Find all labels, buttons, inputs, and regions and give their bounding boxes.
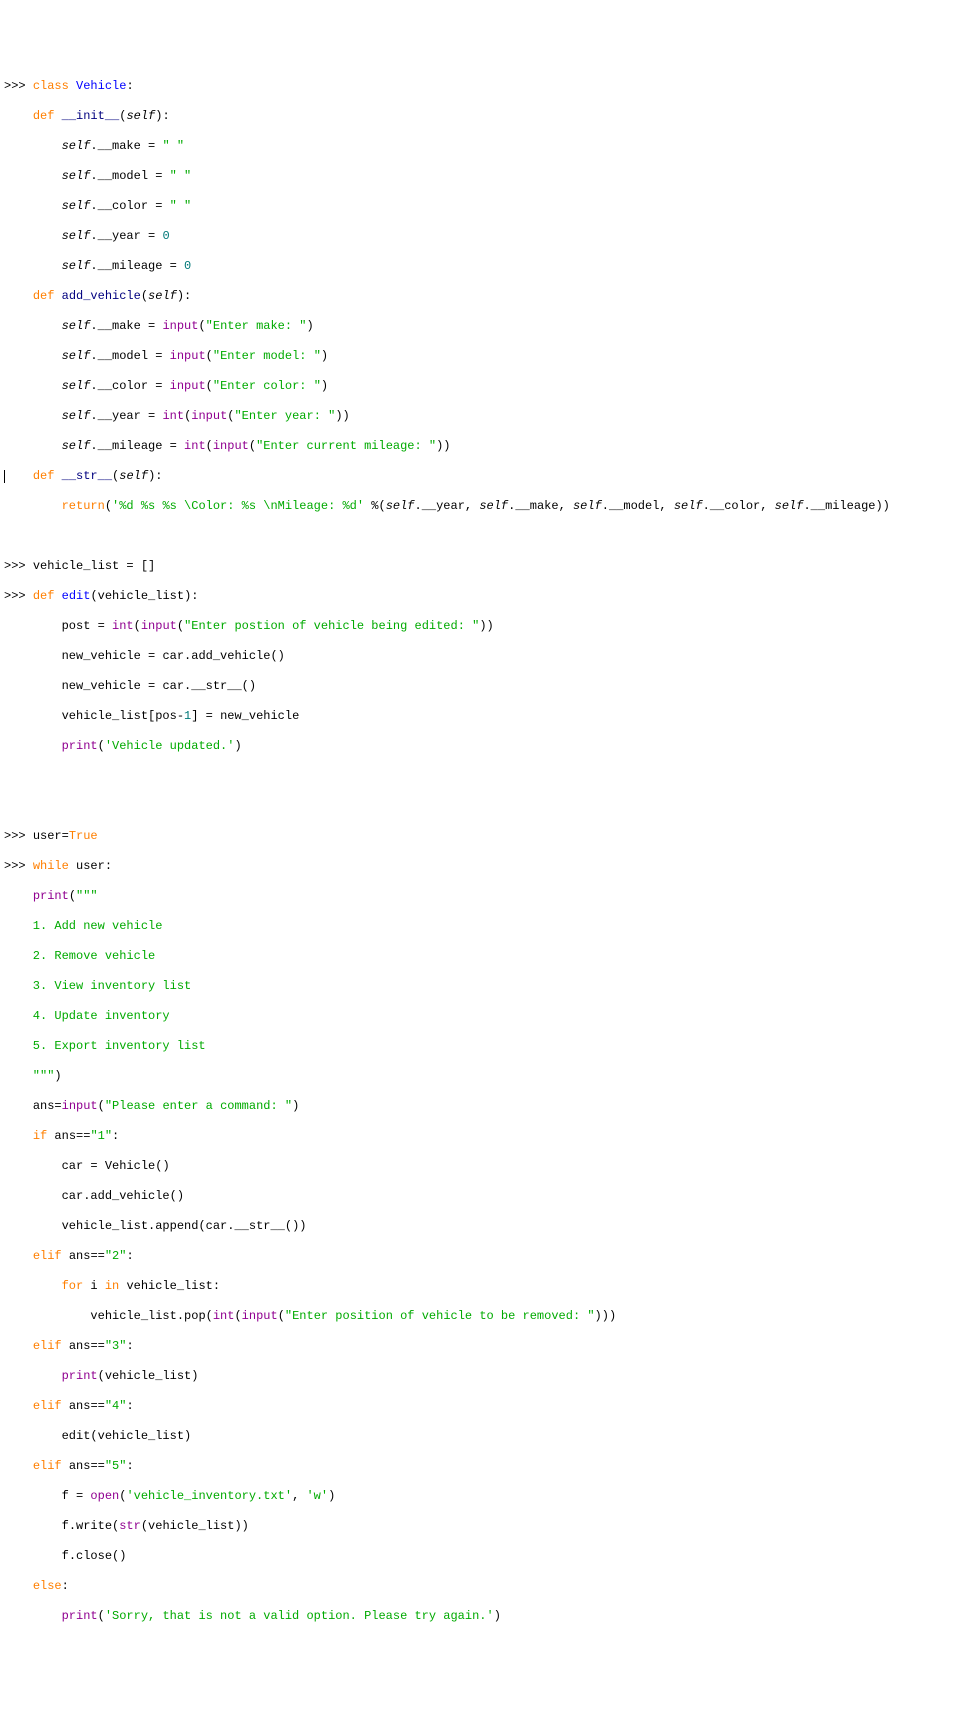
- code-line: print('Sorry, that is not a valid option…: [4, 1609, 976, 1624]
- blank-line: [4, 769, 976, 784]
- code-line: >>> vehicle_list = []: [4, 559, 976, 574]
- code-line: self.__make = " ": [4, 139, 976, 154]
- code-line: self.__color = input("Enter color: "): [4, 379, 976, 394]
- code-line: self.__year = 0: [4, 229, 976, 244]
- code-line: car.add_vehicle(): [4, 1189, 976, 1204]
- code-line: print(""": [4, 889, 976, 904]
- code-line: self.__mileage = 0: [4, 259, 976, 274]
- code-line: def __init__(self):: [4, 109, 976, 124]
- code-line: car = Vehicle(): [4, 1159, 976, 1174]
- code-line: for i in vehicle_list:: [4, 1279, 976, 1294]
- code-line: elif ans=="3":: [4, 1339, 976, 1354]
- code-line: new_vehicle = car.add_vehicle(): [4, 649, 976, 664]
- code-line: print('Vehicle updated.'): [4, 739, 976, 754]
- code-line: f.write(str(vehicle_list)): [4, 1519, 976, 1534]
- code-line: if ans=="1":: [4, 1129, 976, 1144]
- code-line: post = int(input("Enter postion of vehic…: [4, 619, 976, 634]
- code-line: def __str__(self):: [4, 469, 976, 484]
- code-line: elif ans=="2":: [4, 1249, 976, 1264]
- code-line: 3. View inventory list: [4, 979, 976, 994]
- code-line: edit(vehicle_list): [4, 1429, 976, 1444]
- code-line: self.__model = " ": [4, 169, 976, 184]
- blank-line: [4, 529, 976, 544]
- code-line: def add_vehicle(self):: [4, 289, 976, 304]
- code-line: >>> while user:: [4, 859, 976, 874]
- code-line: self.__color = " ": [4, 199, 976, 214]
- code-line: >>> user=True: [4, 829, 976, 844]
- code-line: 5. Export inventory list: [4, 1039, 976, 1054]
- code-block: >>> class Vehicle: def __init__(self): s…: [4, 64, 976, 1639]
- code-line: 2. Remove vehicle: [4, 949, 976, 964]
- code-line: else:: [4, 1579, 976, 1594]
- code-line: ans=input("Please enter a command: "): [4, 1099, 976, 1114]
- code-line: vehicle_list.pop(int(input("Enter positi…: [4, 1309, 976, 1324]
- code-line: self.__make = input("Enter make: "): [4, 319, 976, 334]
- code-line: """): [4, 1069, 976, 1084]
- code-line: 4. Update inventory: [4, 1009, 976, 1024]
- code-line: self.__mileage = int(input("Enter curren…: [4, 439, 976, 454]
- code-line: new_vehicle = car.__str__(): [4, 679, 976, 694]
- code-line: f = open('vehicle_inventory.txt', 'w'): [4, 1489, 976, 1504]
- code-line: vehicle_list.append(car.__str__()): [4, 1219, 976, 1234]
- code-line: 1. Add new vehicle: [4, 919, 976, 934]
- blank-line: [4, 799, 976, 814]
- code-line: self.__year = int(input("Enter year: ")): [4, 409, 976, 424]
- code-line: print(vehicle_list): [4, 1369, 976, 1384]
- code-line: elif ans=="5":: [4, 1459, 976, 1474]
- code-line: return('%d %s %s \Color: %s \nMileage: %…: [4, 499, 976, 514]
- code-line: f.close(): [4, 1549, 976, 1564]
- code-line: >>> class Vehicle:: [4, 79, 976, 94]
- code-line: elif ans=="4":: [4, 1399, 976, 1414]
- text-cursor: [4, 470, 5, 483]
- code-line: >>> def edit(vehicle_list):: [4, 589, 976, 604]
- repl-prompt: >>>: [4, 79, 33, 93]
- code-line: vehicle_list[pos-1] = new_vehicle: [4, 709, 976, 724]
- code-line: self.__model = input("Enter model: "): [4, 349, 976, 364]
